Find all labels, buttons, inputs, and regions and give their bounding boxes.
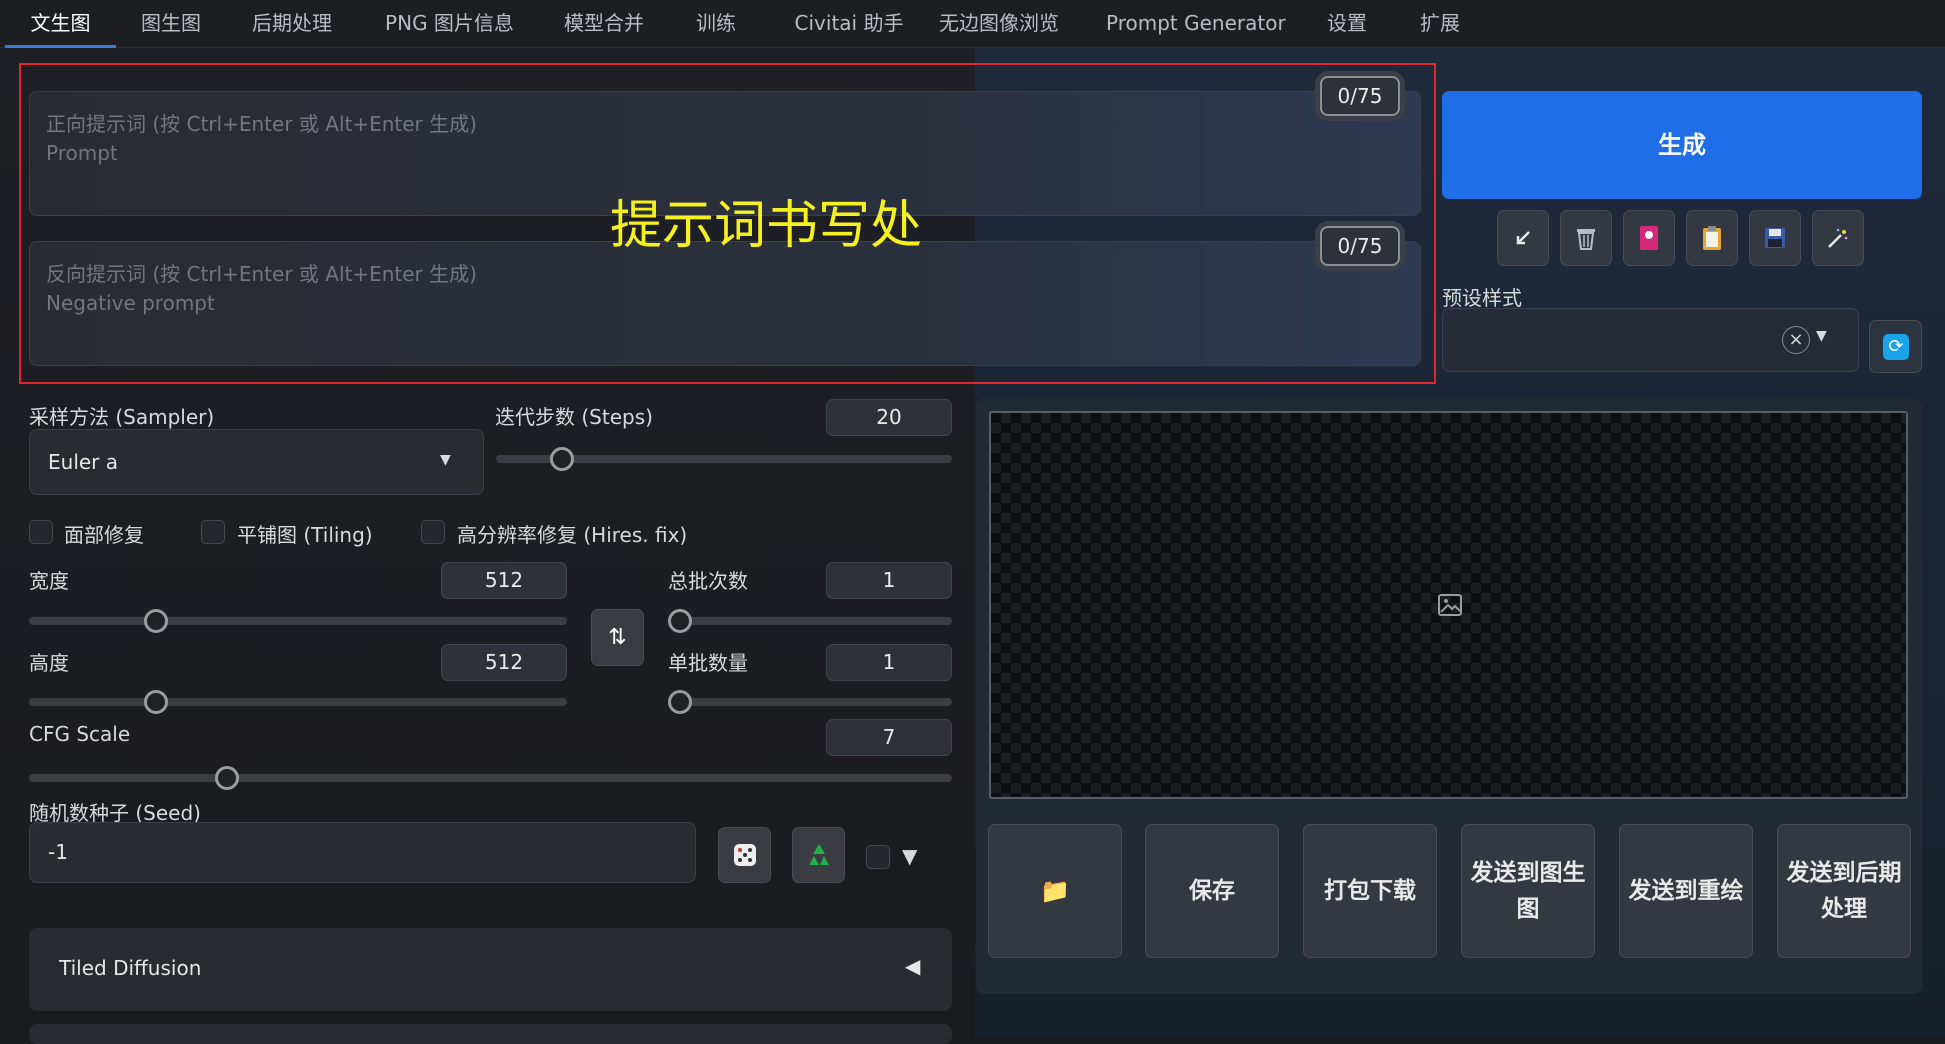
- arrow-icon: [1516, 231, 1530, 245]
- tab-bar: 文生图 图生图 后期处理 PNG 图片信息 模型合并 训练 Civitai 助手…: [0, 0, 1945, 48]
- width-slider-track[interactable]: [29, 617, 567, 625]
- tiled-diffusion-panel[interactable]: Tiled Diffusion ◀: [29, 928, 952, 1011]
- tab-settings[interactable]: 设置: [1300, 0, 1394, 48]
- width-input[interactable]: 512: [441, 562, 567, 599]
- steps-slider-handle[interactable]: [550, 447, 574, 471]
- save-icon: [1765, 228, 1785, 248]
- negative-prompt-input[interactable]: 反向提示词 (按 Ctrl+Enter 或 Alt+Enter 生成) Nega…: [29, 241, 1421, 366]
- hires-fix-checkbox[interactable]: [421, 520, 445, 544]
- positive-prompt-placeholder: 正向提示词 (按 Ctrl+Enter 或 Alt+Enter 生成): [46, 112, 477, 136]
- positive-token-counter: 0/75: [1320, 76, 1400, 116]
- clear-styles-icon[interactable]: ×: [1782, 326, 1810, 354]
- save-style-button[interactable]: [1749, 210, 1801, 266]
- extra-seed-checkbox[interactable]: [866, 845, 890, 869]
- tab-img2img[interactable]: 图生图: [127, 0, 215, 48]
- send-to-extras-button[interactable]: 发送到后期处理: [1777, 824, 1911, 958]
- image-placeholder-icon: [1438, 594, 1462, 616]
- open-folder-button[interactable]: 📁: [988, 824, 1122, 958]
- magic-icon: [1828, 228, 1848, 248]
- sampler-label: 采样方法 (Sampler): [29, 405, 215, 429]
- zip-download-button[interactable]: 打包下载: [1303, 824, 1437, 958]
- clipboard-icon: [1703, 226, 1721, 250]
- chevron-down-icon[interactable]: ▼: [1816, 328, 1827, 344]
- batch-count-label: 总批次数: [668, 569, 748, 593]
- random-seed-button[interactable]: [718, 827, 771, 883]
- batch-size-slider-track[interactable]: [668, 698, 952, 706]
- refresh-styles-button[interactable]: ⟳: [1869, 320, 1922, 373]
- face-restore-checkbox[interactable]: [29, 520, 53, 544]
- negative-prompt-placeholder: 反向提示词 (按 Ctrl+Enter 或 Alt+Enter 生成): [46, 262, 477, 286]
- batch-count-slider-track[interactable]: [668, 617, 952, 625]
- send-to-inpaint-button[interactable]: 发送到重绘: [1619, 824, 1753, 958]
- batch-size-slider-handle[interactable]: [668, 690, 692, 714]
- height-slider-handle[interactable]: [144, 690, 168, 714]
- chevron-down-icon: ▼: [440, 452, 451, 468]
- clear-prompt-button[interactable]: [1560, 210, 1612, 266]
- apply-styles-button[interactable]: [1686, 210, 1738, 266]
- dice-icon: [733, 844, 756, 866]
- cfg-slider-handle[interactable]: [215, 766, 239, 790]
- paste-params-button[interactable]: [1497, 210, 1549, 266]
- card-icon: [1640, 226, 1658, 250]
- tab-image-browser[interactable]: 无边图像浏览: [932, 0, 1066, 48]
- tiling-checkbox[interactable]: [201, 520, 225, 544]
- negative-prompt-placeholder-en: Negative prompt: [46, 291, 215, 315]
- recycle-icon: [808, 844, 829, 865]
- tab-png-info[interactable]: PNG 图片信息: [372, 0, 527, 48]
- tiled-diffusion-label: Tiled Diffusion: [59, 956, 202, 980]
- batch-count-slider-handle[interactable]: [668, 609, 692, 633]
- seed-input[interactable]: -1: [29, 822, 696, 883]
- styles-label: 预设样式: [1442, 286, 1522, 310]
- reuse-seed-button[interactable]: [792, 827, 845, 883]
- batch-size-input[interactable]: 1: [826, 644, 952, 681]
- trash-icon: [1577, 229, 1595, 250]
- positive-prompt-placeholder-en: Prompt: [46, 141, 118, 165]
- collapse-arrow-icon: ◀: [905, 954, 921, 978]
- negative-token-counter: 0/75: [1320, 226, 1400, 266]
- tab-merge[interactable]: 模型合并: [548, 0, 660, 48]
- next-accordion-panel[interactable]: [29, 1024, 952, 1044]
- extra-networks-button[interactable]: [1623, 210, 1675, 266]
- tab-civitai[interactable]: Civitai 助手: [774, 0, 924, 48]
- tab-prompt-generator[interactable]: Prompt Generator: [1106, 0, 1286, 48]
- cfg-label: CFG Scale: [29, 722, 131, 746]
- tab-txt2img[interactable]: 文生图: [5, 0, 116, 48]
- height-input[interactable]: 512: [441, 644, 567, 681]
- height-slider-track[interactable]: [29, 698, 567, 706]
- height-label: 高度: [29, 651, 69, 675]
- swap-dimensions-button[interactable]: ⇅: [591, 609, 644, 666]
- batch-size-label: 单批数量: [668, 651, 748, 675]
- batch-count-input[interactable]: 1: [826, 562, 952, 599]
- refresh-icon: ⟳: [1883, 334, 1909, 360]
- face-restore-label: 面部修复: [64, 523, 144, 547]
- tab-extras[interactable]: 后期处理: [232, 0, 352, 48]
- folder-icon: 📁: [1040, 877, 1070, 905]
- tiling-label: 平铺图 (Tiling): [237, 523, 373, 547]
- generate-button[interactable]: 生成: [1442, 91, 1922, 199]
- width-slider-handle[interactable]: [144, 609, 168, 633]
- steps-label: 迭代步数 (Steps): [495, 405, 653, 429]
- annotation-text: 提示词书写处: [610, 196, 923, 256]
- cfg-slider-track[interactable]: [29, 774, 952, 782]
- cfg-input[interactable]: 7: [826, 719, 952, 756]
- tab-train[interactable]: 训练: [684, 0, 748, 48]
- width-label: 宽度: [29, 569, 69, 593]
- expand-triangle-icon[interactable]: ▼: [902, 844, 917, 868]
- send-to-img2img-button[interactable]: 发送到图生图: [1461, 824, 1595, 958]
- save-button[interactable]: 保存: [1145, 824, 1279, 958]
- sampler-value: Euler a: [48, 450, 119, 474]
- tab-extensions[interactable]: 扩展: [1410, 0, 1470, 48]
- magic-prompt-button[interactable]: [1812, 210, 1864, 266]
- sampler-dropdown[interactable]: Euler a ▼: [29, 429, 484, 495]
- hires-fix-label: 高分辨率修复 (Hires. fix): [457, 523, 688, 547]
- steps-input[interactable]: 20: [826, 399, 952, 436]
